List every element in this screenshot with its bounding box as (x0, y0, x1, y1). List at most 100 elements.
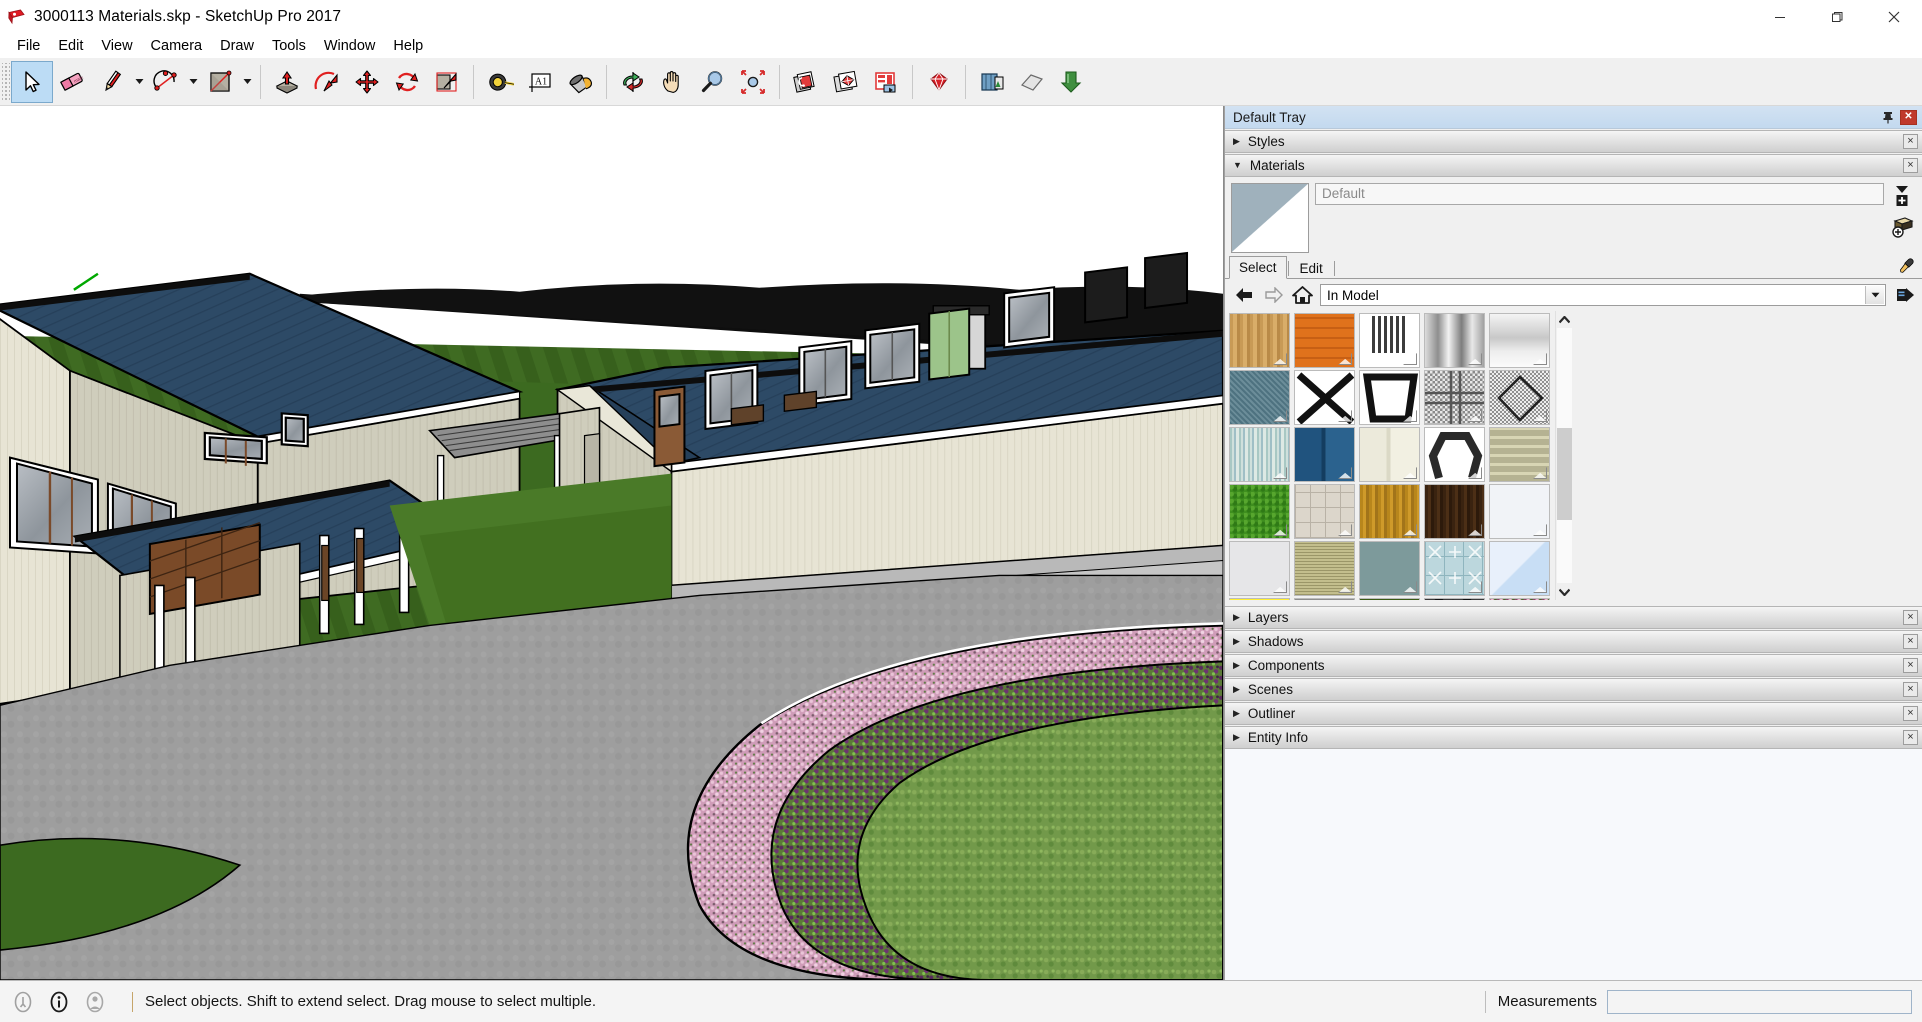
panel-header-outliner[interactable]: ▶ Outliner × (1225, 702, 1922, 725)
menu-view[interactable]: View (92, 35, 141, 57)
menu-edit[interactable]: Edit (49, 35, 92, 57)
material-swatch[interactable] (1489, 313, 1550, 368)
material-library-select[interactable]: In Model (1320, 284, 1886, 306)
material-swatch[interactable] (1424, 427, 1485, 482)
arc-tool-button[interactable] (146, 62, 186, 102)
material-swatch[interactable] (1359, 484, 1420, 539)
arrow-right-icon[interactable] (1262, 285, 1284, 306)
material-swatch[interactable] (1489, 484, 1550, 539)
rectangle-tool-dropdown[interactable] (240, 62, 254, 102)
panel-header-components[interactable]: ▶ Components × (1225, 654, 1922, 677)
panel-header-layers[interactable]: ▶ Layers × (1225, 606, 1922, 629)
swatch-scrollbar[interactable] (1555, 311, 1572, 600)
rotate-tool-button[interactable] (387, 62, 427, 102)
zoom-tool-button[interactable] (693, 62, 733, 102)
material-swatch[interactable] (1424, 541, 1485, 596)
material-swatch[interactable] (1229, 370, 1290, 425)
display-section-planes-button[interactable] (1012, 62, 1052, 102)
material-swatch[interactable] (1424, 598, 1485, 600)
details-menu-icon[interactable] (1893, 284, 1917, 306)
line-tool-dropdown[interactable] (132, 62, 146, 102)
rectangle-tool-button[interactable] (200, 62, 240, 102)
scale-tool-button[interactable] (427, 62, 467, 102)
info-icon[interactable] (48, 991, 70, 1013)
material-swatch[interactable] (1229, 427, 1290, 482)
measurements-input[interactable] (1607, 990, 1912, 1014)
scrollbar-thumb[interactable] (1557, 428, 1572, 520)
panel-header-shadows[interactable]: ▶ Shadows × (1225, 630, 1922, 653)
maximize-button[interactable] (1808, 0, 1865, 34)
material-preview-swatch[interactable] (1231, 183, 1309, 253)
material-swatch[interactable] (1359, 541, 1420, 596)
select-tool-button[interactable] (12, 62, 52, 102)
material-swatch[interactable] (1229, 484, 1290, 539)
push-pull-tool-button[interactable] (267, 62, 307, 102)
material-swatch[interactable] (1424, 484, 1485, 539)
geo-location-icon[interactable] (12, 991, 34, 1013)
material-swatch[interactable] (1294, 541, 1355, 596)
follow-me-tool-button[interactable] (307, 62, 347, 102)
chevron-down-icon[interactable] (1556, 583, 1573, 600)
material-swatch[interactable] (1229, 541, 1290, 596)
chevron-down-icon[interactable] (1865, 286, 1884, 304)
tray-close-button[interactable]: ✕ (1900, 110, 1917, 125)
paint-bucket-tool-button[interactable] (560, 62, 600, 102)
text-tool-button[interactable]: A1 (520, 62, 560, 102)
tab-select[interactable]: Select (1229, 256, 1287, 279)
line-tool-button[interactable] (92, 62, 132, 102)
zoom-extents-tool-button[interactable] (733, 62, 773, 102)
minimize-button[interactable] (1751, 0, 1808, 34)
scrollbar-track[interactable] (1557, 328, 1572, 583)
panel-header-entity-info[interactable]: ▶ Entity Info × (1225, 726, 1922, 749)
material-swatch[interactable] (1359, 370, 1420, 425)
material-swatch[interactable] (1359, 427, 1420, 482)
panel-header-styles[interactable]: ▶ Styles × (1225, 130, 1922, 153)
material-swatch[interactable] (1294, 370, 1355, 425)
3d-warehouse-button[interactable] (826, 62, 866, 102)
material-swatch[interactable] (1489, 427, 1550, 482)
material-swatch[interactable] (1294, 427, 1355, 482)
material-swatch[interactable] (1489, 598, 1550, 600)
display-section-cuts-button[interactable] (1052, 62, 1092, 102)
model-viewport[interactable] (0, 106, 1224, 980)
section-plane-button[interactable] (972, 62, 1012, 102)
panel-close-styles[interactable]: × (1903, 134, 1918, 149)
arrow-left-icon[interactable] (1233, 285, 1255, 306)
menu-camera[interactable]: Camera (142, 35, 212, 57)
panel-close-layers[interactable]: × (1903, 610, 1918, 625)
panel-close-entity-info[interactable]: × (1903, 730, 1918, 745)
panel-close-scenes[interactable]: × (1903, 682, 1918, 697)
layout-send-button[interactable] (786, 62, 826, 102)
menu-tools[interactable]: Tools (263, 35, 315, 57)
pin-icon[interactable] (1880, 109, 1896, 125)
extension-warehouse-button[interactable] (866, 62, 906, 102)
material-swatch[interactable] (1359, 598, 1420, 600)
panel-header-scenes[interactable]: ▶ Scenes × (1225, 678, 1922, 701)
material-swatch[interactable] (1294, 484, 1355, 539)
close-button[interactable] (1865, 0, 1922, 34)
material-swatch[interactable] (1424, 313, 1485, 368)
panel-header-materials[interactable]: ▼ Materials × (1225, 154, 1922, 177)
menu-help[interactable]: Help (384, 35, 432, 57)
menu-file[interactable]: File (8, 35, 49, 57)
move-tool-button[interactable] (347, 62, 387, 102)
orbit-tool-button[interactable] (613, 62, 653, 102)
panel-close-materials[interactable]: × (1903, 158, 1918, 173)
material-swatch[interactable] (1294, 313, 1355, 368)
material-swatch[interactable] (1489, 541, 1550, 596)
panel-close-components[interactable]: × (1903, 658, 1918, 673)
material-swatch[interactable] (1229, 598, 1290, 600)
material-swatch[interactable] (1294, 598, 1355, 600)
panel-close-shadows[interactable]: × (1903, 634, 1918, 649)
create-material-icon[interactable] (1890, 184, 1914, 208)
menu-window[interactable]: Window (315, 35, 385, 57)
home-icon[interactable] (1291, 285, 1313, 306)
eraser-tool-button[interactable]: mark (52, 62, 92, 102)
user-account-icon[interactable] (84, 991, 106, 1013)
ruby-console-button[interactable] (919, 62, 959, 102)
toolbar-grip[interactable] (2, 63, 10, 101)
material-name-input[interactable]: Default (1315, 183, 1884, 205)
material-swatch[interactable] (1359, 313, 1420, 368)
material-swatch[interactable] (1489, 370, 1550, 425)
tape-measure-tool-button[interactable] (480, 62, 520, 102)
